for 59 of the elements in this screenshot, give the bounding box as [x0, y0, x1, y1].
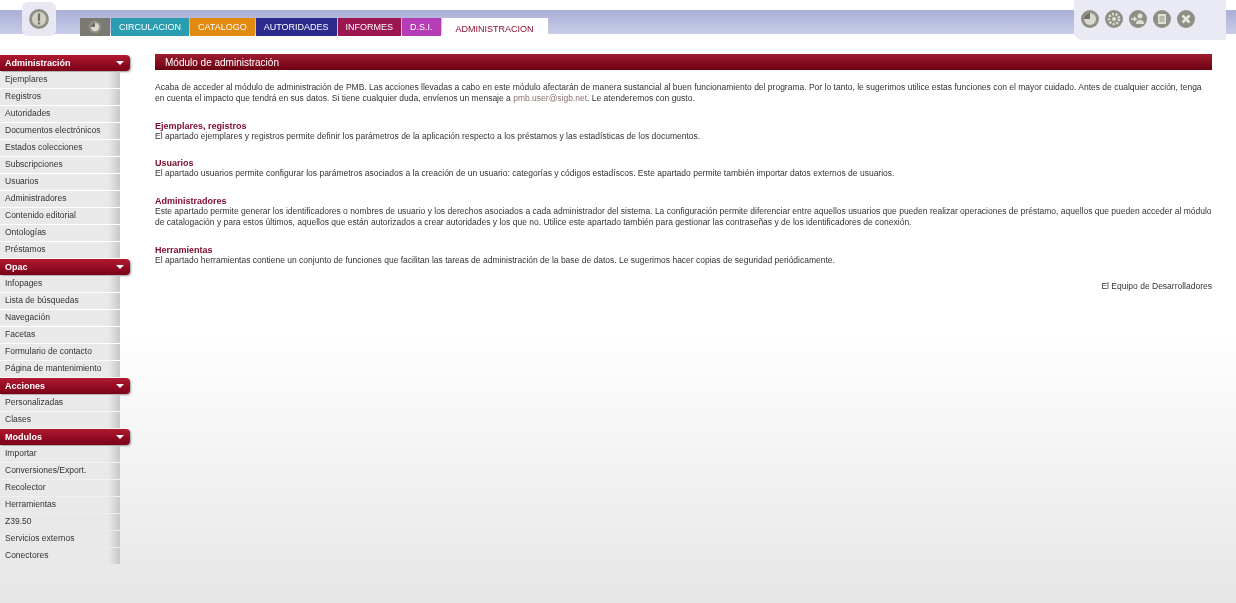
sidebar-item[interactable]: Administradores [0, 191, 120, 207]
group-title: Modulos [5, 432, 42, 442]
section-text: El apartado herramientas contiene un conjunto de funciones que facilitan las tareas de administración de la base de datos. Le sugerimos hacer copias de seguridad periódicamente. [155, 254, 836, 267]
tab[interactable] [80, 18, 110, 36]
sidebar-item[interactable]: Formulario de contacto [0, 344, 120, 360]
section-text: El apartado usuarios permite configurar los parámetros asociados a la creación de un usuario: categorías y códigos estadíscos. Este apartado permite también importar datos externos de usuarios. [155, 168, 896, 180]
sidebar-item[interactable]: Subscripciones [0, 157, 120, 173]
sidebar-item[interactable]: Usuarios [0, 174, 120, 190]
intro-paragraph: Acaba de acceder al módulo de administración de PMB. Las acciones llevadas a cabo en este módulo afectarán de manera sustancial al buen funcionamiento del programa. Por lo tanto, le sugerimos utilice estas funciones con el mayor cuidado. Antes de cualquier acción, tenga en cuenta el impacto que tendrá en sus datos. Si tiene cualquier duda, envíenos un mensaje a pmb.user@sigb.net. Le atenderemos con gusto. [155, 82, 1203, 105]
sidebar-group-header[interactable]: Opac [0, 259, 130, 275]
sidebar-item[interactable]: Recolector [0, 480, 120, 496]
group-title: Acciones [5, 381, 46, 391]
group-title: Administración [5, 58, 71, 68]
sidebar-group-header[interactable]: Acciones [0, 378, 130, 394]
close-icon[interactable] [1176, 9, 1196, 29]
sidebar-item[interactable]: Contenido editorial [0, 208, 120, 224]
dropdown-icon [116, 435, 124, 439]
sidebar-item[interactable]: Infopages [0, 276, 120, 292]
section-title-bar: Módulo de administración [155, 54, 1212, 70]
dropdown-icon [116, 265, 124, 269]
dropdown-icon [116, 384, 124, 388]
section-text: Este apartado permite generar los identificadores o nombres de usuario y los derechos asociados a cada administrador del sistema. La configuración permite diferenciar entre aquellos usuarios que pueden realizar operaciones de préstamo, aquellos que pueden acceder al módulo de catalogación y para estos últimos, aquellos que están autorizados a crear autoridades y los que no. Utilice este apartado también para gestionar las contraseñas y de los identificadores de conexión. [155, 205, 1212, 229]
sidebar-item[interactable]: Herramientas [0, 497, 120, 513]
alert-icon[interactable] [22, 2, 56, 36]
sidebar-item[interactable]: Préstamos [0, 242, 120, 258]
sidebar-item[interactable]: Importar [0, 446, 120, 462]
sidebar-group-header[interactable]: Administración [0, 55, 130, 71]
dashboard-icon [88, 20, 102, 34]
settings-icon[interactable] [1104, 9, 1124, 29]
section-heading: Herramientas [155, 244, 214, 255]
clock-icon[interactable] [1080, 9, 1100, 29]
signature: El Equipo de Desarrolladores [1100, 281, 1212, 292]
sidebar-item[interactable]: Autoridades [0, 106, 120, 122]
sidebar-item[interactable]: Ontologías [0, 225, 120, 241]
section-heading: Usuarios [155, 158, 195, 169]
sidebar-item[interactable]: Registros [0, 89, 120, 105]
tab[interactable]: D.S.I. [402, 18, 441, 36]
sidebar-item[interactable]: Clases [0, 412, 120, 428]
sidebar-item[interactable]: Ejemplares [0, 72, 120, 88]
sidebar-item[interactable]: Z39.50 [0, 514, 120, 530]
sidebar-item[interactable]: Conversiones/Export. [0, 463, 120, 479]
sidebar-item[interactable]: Personalizadas [0, 395, 120, 411]
sidebar-item[interactable]: Documentos electrónicos [0, 123, 120, 139]
user-icon[interactable] [1128, 9, 1148, 29]
sidebar-item[interactable]: Lista de búsquedas [0, 293, 120, 309]
dropdown-icon [116, 61, 124, 65]
section-text: El apartado ejemplares y registros permite definir los parámetros de la aplicación respecto a los préstamos y las estadísticas de los documentos. [155, 130, 702, 143]
section-heading: Administradores [155, 195, 228, 206]
sidebar-item[interactable]: Estados colecciones [0, 140, 120, 156]
tab[interactable]: INFORMES [337, 18, 402, 36]
sidebar-item[interactable]: Servicios externos [0, 531, 120, 547]
section-heading: Ejemplares, registros [155, 120, 248, 131]
group-title: Opac [5, 262, 28, 272]
sidebar-item[interactable]: Navegación [0, 310, 120, 326]
sidebar-group-header[interactable]: Modulos [0, 429, 130, 445]
document-icon[interactable] [1152, 9, 1172, 29]
sidebar-item[interactable]: Facetas [0, 327, 120, 343]
tab[interactable]: AUTORIDADES [255, 18, 337, 36]
sidebar-item[interactable]: Página de mantenimiento [0, 361, 120, 377]
